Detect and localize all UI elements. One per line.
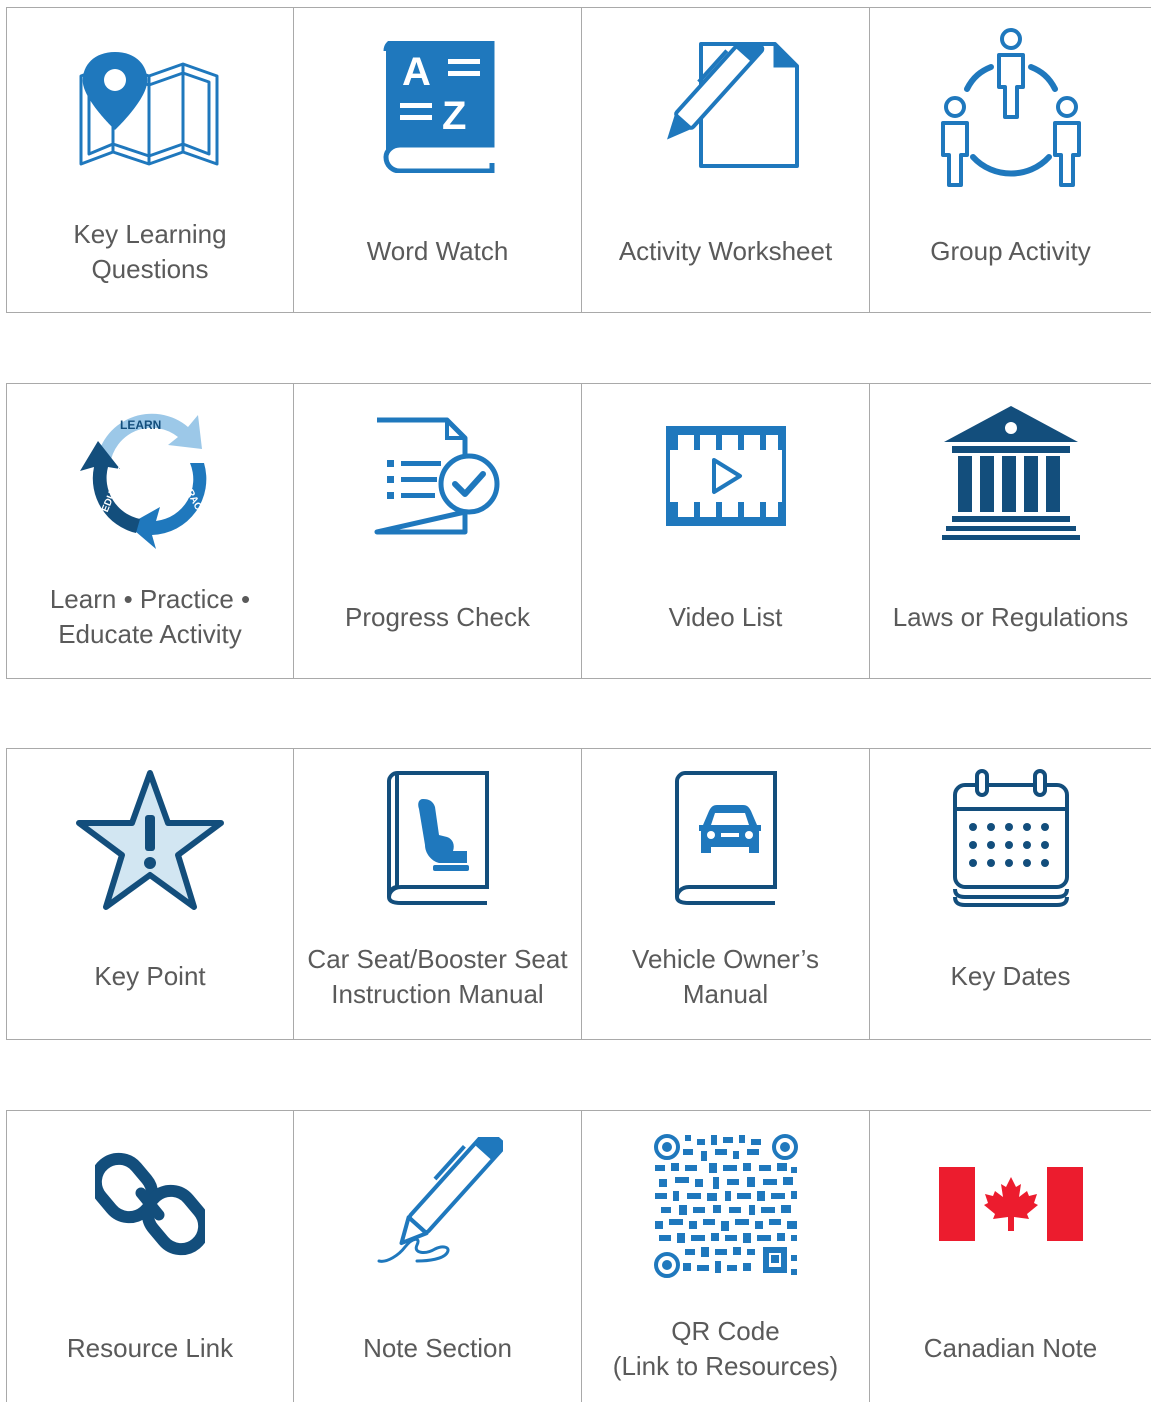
pen-document-icon xyxy=(666,42,799,168)
learn-practice-educate-cycle-icon: LEARN PRACTICE EDUCATE xyxy=(80,413,214,549)
government-building-icon xyxy=(941,406,1080,540)
legend-cell-activity-worksheet: Activity Worksheet xyxy=(582,8,870,312)
cycle-word-learn: LEARN xyxy=(120,418,161,432)
legend-label: Key Point xyxy=(94,961,206,991)
legend-cell-word-watch: A Z Word Watch xyxy=(294,8,582,312)
legend-label: Word Watch xyxy=(366,236,509,266)
legend-cell-key-learning-questions: Key Learning Questions xyxy=(7,8,294,312)
legend-label: Key Learning Questions xyxy=(73,219,227,284)
group-people-icon xyxy=(940,28,1081,187)
icon-legend-row-1: Key Learning Questions A Z Word Watch Ac… xyxy=(6,7,1151,313)
legend-cell-laws-or-regulations: Laws or Regulations xyxy=(870,384,1151,678)
vehicle-manual-icon xyxy=(674,771,777,905)
legend-label: Group Activity xyxy=(930,236,1091,266)
document-checkmark-icon xyxy=(374,417,499,535)
legend-label: Learn • Practice • Educate Activity xyxy=(49,584,251,649)
legend-cell-qr-code: QR Code (Link to Resources) xyxy=(582,1111,870,1402)
legend-cell-progress-check: Progress Check xyxy=(294,384,582,678)
pen-signature-icon xyxy=(377,1137,503,1263)
icon-legend-row-3: Key Point Car Seat/Booster Seat Instruct… xyxy=(6,748,1151,1040)
icon-legend-row-2: LEARN PRACTICE EDUCATE Learn • Practice … xyxy=(6,383,1151,679)
legend-cell-car-seat-manual: Car Seat/Booster Seat Instruction Manual xyxy=(294,749,582,1039)
legend-label: QR Code (Link to Resources) xyxy=(612,1316,839,1381)
legend-cell-learn-practice-educate: LEARN PRACTICE EDUCATE Learn • Practice … xyxy=(7,384,294,678)
icon-legend-row-4: Resource Link Note Section QR Code (Link… xyxy=(6,1110,1151,1402)
legend-cell-video-list: Video List xyxy=(582,384,870,678)
legend-label: Video List xyxy=(668,602,783,632)
legend-label: Vehicle Owner’s Manual xyxy=(632,944,819,1009)
legend-label: Laws or Regulations xyxy=(892,602,1129,632)
legend-cell-vehicle-owners-manual: Vehicle Owner’s Manual xyxy=(582,749,870,1039)
legend-cell-key-point: Key Point xyxy=(7,749,294,1039)
car-seat-manual-icon xyxy=(386,770,489,905)
legend-label: Note Section xyxy=(363,1333,512,1363)
legend-cell-group-activity: Group Activity xyxy=(870,8,1151,312)
chain-link-icon xyxy=(95,1152,205,1256)
svg-text:A: A xyxy=(402,50,431,94)
legend-label: Key Dates xyxy=(950,961,1071,991)
film-play-icon xyxy=(665,426,786,526)
dictionary-az-icon: A Z xyxy=(382,41,494,173)
calendar-icon xyxy=(952,769,1069,907)
legend-label: Resource Link xyxy=(66,1333,234,1363)
star-exclamation-icon xyxy=(76,770,224,910)
qr-code-icon xyxy=(652,1133,799,1279)
legend-label: Car Seat/Booster Seat Instruction Manual xyxy=(307,944,568,1009)
legend-label: Activity Worksheet xyxy=(618,236,833,266)
map-pin-icon xyxy=(79,52,219,166)
legend-cell-note-section: Note Section xyxy=(294,1111,582,1402)
svg-text:Z: Z xyxy=(442,94,466,138)
legend-cell-canadian-note: Canadian Note xyxy=(870,1111,1151,1402)
canada-flag-icon xyxy=(938,1167,1083,1241)
legend-label: Canadian Note xyxy=(923,1333,1098,1363)
legend-cell-key-dates: Key Dates xyxy=(870,749,1151,1039)
legend-label: Progress Check xyxy=(345,602,530,632)
legend-cell-resource-link: Resource Link xyxy=(7,1111,294,1402)
